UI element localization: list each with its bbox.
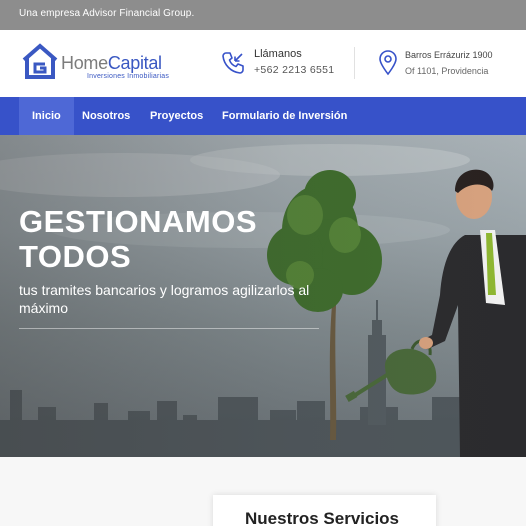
nav-item-proyectos[interactable]: Proyectos [150, 97, 203, 135]
services-heading-card: Nuestros Servicios [213, 495, 436, 526]
home-logo-icon [22, 43, 58, 79]
address-line-2: Of 1101, Providencia [405, 66, 489, 76]
logo-wordmark: HomeCapital [61, 53, 162, 74]
hero-title: GESTIONAMOS TODOS [19, 204, 319, 274]
logo-tagline: Inversiones Inmobiliarias [87, 73, 170, 80]
phone-contact[interactable]: Llámanos +562 2213 6551 [218, 48, 348, 80]
logo-word-home: Home [61, 53, 108, 73]
services-section: Nuestros Servicios [0, 457, 526, 526]
phone-number[interactable]: +562 2213 6551 [254, 64, 334, 76]
site-header: HomeCapital Inversiones Inmobiliarias Ll… [0, 30, 526, 97]
hero-title-line-1: GESTIONAMOS [19, 204, 258, 239]
main-navigation: Inicio Nosotros Proyectos Formulario de … [0, 97, 526, 135]
nav-item-formulario-inversion[interactable]: Formulario de Inversión [222, 97, 347, 135]
header-divider [354, 47, 355, 79]
phone-label: Llámanos [254, 48, 302, 60]
nav-item-nosotros[interactable]: Nosotros [82, 97, 130, 135]
hero-divider [19, 328, 319, 329]
phone-icon [222, 52, 244, 74]
home-capital-logo[interactable]: HomeCapital Inversiones Inmobiliarias [21, 43, 181, 85]
hero-banner: GESTIONAMOS TODOS tus tramites bancarios… [0, 135, 526, 457]
address-line-1: Barros Errázuriz 1900 [405, 50, 493, 60]
nav-item-inicio[interactable]: Inicio [19, 97, 74, 135]
logo-word-capital: Capital [107, 53, 162, 73]
services-title: Nuestros Servicios [245, 509, 400, 526]
top-bar: Una empresa Advisor Financial Group. [0, 0, 526, 30]
topbar-tagline: Una empresa Advisor Financial Group. [19, 8, 195, 19]
hero-title-line-2: TODOS [19, 239, 132, 274]
map-pin-icon [379, 50, 397, 76]
hero-subtitle: tus tramites bancarios y logramos agiliz… [19, 282, 310, 316]
address-contact: Barros Errázuriz 1900 Of 1101, Providenc… [376, 48, 521, 82]
